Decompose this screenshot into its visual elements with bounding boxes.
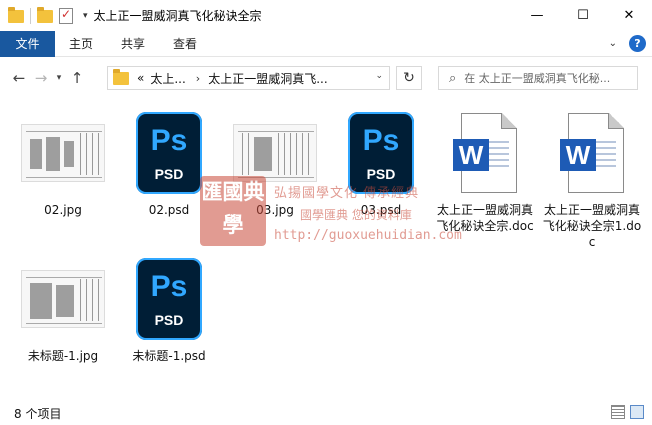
navigation-bar: ← → ▾ ↑ « 太上... › 太上正一盟威洞真飞... ⌄ ↻ ⌕ 在 太…: [0, 58, 652, 98]
recent-dropdown-icon[interactable]: ▾: [52, 73, 66, 83]
properties-icon[interactable]: [59, 7, 75, 24]
quick-access-toolbar: ▾: [0, 0, 88, 31]
details-view-icon[interactable]: [611, 405, 625, 419]
image-thumbnail: [12, 108, 114, 198]
window-title: 太上正一盟威洞真飞化秘诀全宗: [93, 9, 262, 23]
word-document-icon: W: [453, 113, 517, 193]
photoshop-icon: Ps PSD: [136, 258, 202, 340]
new-folder-icon[interactable]: [37, 6, 53, 24]
file-item[interactable]: W 太上正一盟威洞真飞化秘诀全宗1.doc: [541, 108, 643, 250]
forward-arrow-icon[interactable]: →: [30, 69, 52, 87]
large-icons-view-icon[interactable]: [630, 405, 644, 419]
photoshop-icon: Ps PSD: [348, 112, 414, 194]
ribbon-right: ⌄ ?: [609, 35, 646, 52]
minimize-button[interactable]: —: [514, 0, 560, 31]
search-icon: ⌕: [449, 70, 457, 86]
window-controls: — ☐ ✕: [514, 0, 652, 31]
tab-file[interactable]: 文件: [0, 30, 55, 57]
file-name: 太上正一盟威洞真飞化秘诀全宗1.doc: [542, 203, 642, 249]
photoshop-icon: Ps PSD: [136, 112, 202, 194]
chevron-right-icon[interactable]: ›: [196, 72, 200, 85]
close-button[interactable]: ✕: [606, 0, 652, 31]
image-thumbnail: [12, 254, 114, 344]
chevron-down-icon[interactable]: ⌄: [609, 38, 617, 49]
file-name: 未标题-1.psd: [132, 349, 206, 363]
file-name: 未标题-1.jpg: [27, 349, 99, 363]
file-name: 03.psd: [360, 203, 402, 217]
tab-share[interactable]: 共享: [107, 31, 159, 57]
file-name: 太上正一盟威洞真飞化秘诀全宗.doc: [436, 203, 534, 233]
refresh-button[interactable]: ↻: [396, 66, 422, 90]
breadcrumb-item[interactable]: 太上正一盟威洞真飞...: [208, 70, 327, 87]
search-placeholder: 在 太上正一盟威洞真飞化秘...: [464, 72, 611, 85]
up-arrow-icon[interactable]: ↑: [66, 69, 88, 87]
file-name: 02.jpg: [44, 203, 82, 217]
search-input[interactable]: ⌕ 在 太上正一盟威洞真飞化秘...: [438, 66, 638, 90]
file-item[interactable]: Ps PSD 03.psd: [330, 108, 432, 218]
file-item[interactable]: Ps PSD 02.psd: [118, 108, 220, 218]
tab-view[interactable]: 查看: [159, 31, 211, 57]
breadcrumb-overflow[interactable]: «: [137, 71, 144, 85]
file-list: 02.jpg Ps PSD 02.psd 03.jpg Ps PSD 03.ps…: [0, 100, 652, 400]
divider: [30, 7, 31, 24]
file-name: 02.psd: [148, 203, 190, 217]
file-item[interactable]: 03.jpg: [224, 108, 326, 218]
word-document-icon: W: [560, 113, 624, 193]
folder-icon: [8, 6, 24, 24]
address-bar[interactable]: « 太上... › 太上正一盟威洞真飞... ⌄: [107, 66, 390, 90]
chevron-down-icon[interactable]: ⌄: [375, 71, 383, 81]
file-name: 03.jpg: [256, 203, 294, 217]
chevron-down-icon[interactable]: ▾: [83, 11, 88, 21]
item-count: 8 个项目: [14, 406, 62, 421]
file-item[interactable]: W 太上正一盟威洞真飞化秘诀全宗.doc: [434, 108, 536, 234]
image-thumbnail: [224, 108, 326, 198]
ribbon: 文件 主页 共享 查看 ⌄ ?: [0, 30, 652, 57]
view-switcher: [606, 405, 644, 419]
file-item[interactable]: 02.jpg: [12, 108, 114, 218]
title-bar: ▾ 太上正一盟威洞真飞化秘诀全宗 — ☐ ✕: [0, 0, 652, 31]
file-item[interactable]: 未标题-1.jpg: [12, 254, 114, 364]
maximize-button[interactable]: ☐: [560, 0, 606, 31]
breadcrumb-item[interactable]: 太上...: [150, 70, 185, 87]
help-icon[interactable]: ?: [629, 35, 646, 52]
folder-icon: [113, 68, 129, 85]
tab-home[interactable]: 主页: [55, 31, 107, 57]
status-bar: 8 个项目: [0, 401, 652, 425]
file-item[interactable]: Ps PSD 未标题-1.psd: [118, 254, 220, 364]
back-arrow-icon[interactable]: ←: [8, 69, 30, 87]
